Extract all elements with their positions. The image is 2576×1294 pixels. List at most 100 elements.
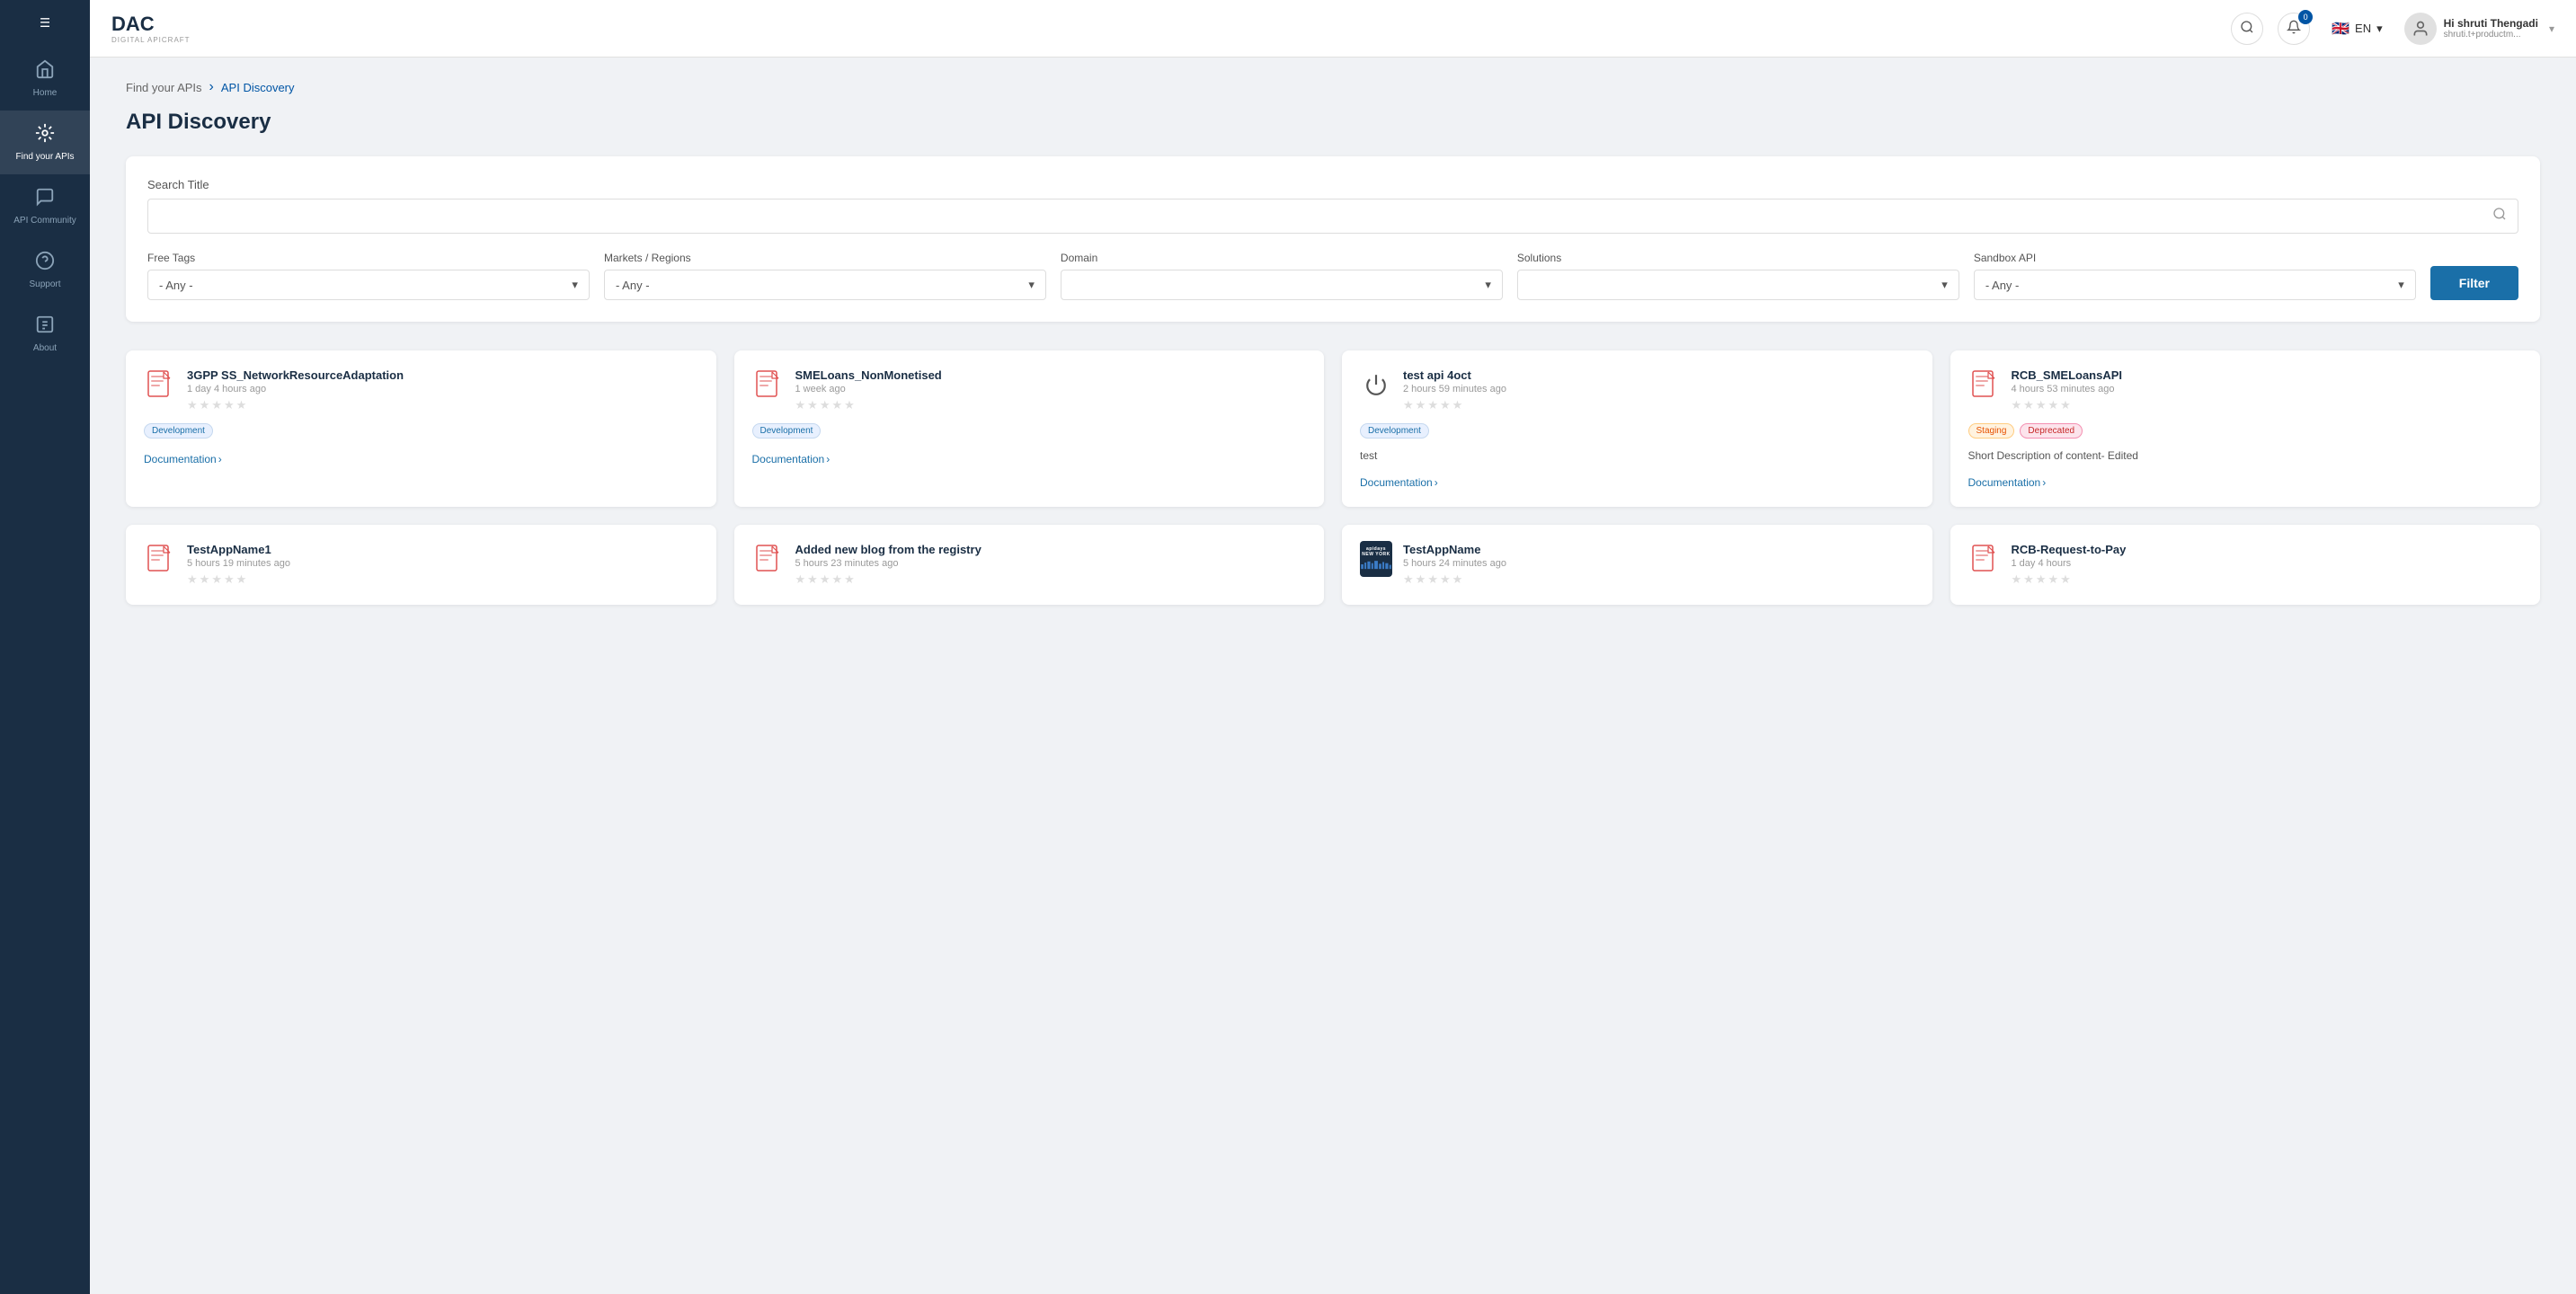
about-icon — [35, 315, 55, 340]
sidebar-item-api-community[interactable]: API Community — [0, 174, 90, 238]
api-time: 1 day 4 hours ago — [187, 384, 698, 394]
filter-free-tags: Free Tags - Any - ▾ — [147, 252, 590, 300]
sidebar-item-home[interactable]: Home — [0, 47, 90, 111]
api-name: SMELoans_NonMonetised — [795, 368, 1307, 382]
api-document-icon — [752, 543, 785, 575]
star-icon: ★ — [211, 572, 222, 587]
api-stars: ★★★★★ — [1403, 398, 1914, 412]
api-badge: Staging — [1968, 423, 2015, 439]
star-icon: ★ — [2012, 398, 2022, 412]
star-icon: ★ — [200, 572, 210, 587]
star-icon: ★ — [2060, 572, 2071, 587]
star-icon: ★ — [1403, 398, 1414, 412]
api-card: RCB-Request-to-Pay 1 day 4 hours ★★★★★ — [1950, 525, 2541, 605]
star-icon: ★ — [236, 398, 247, 412]
language-selector[interactable]: 🇬🇧 EN ▾ — [2324, 16, 2390, 41]
search-button[interactable] — [2231, 13, 2263, 45]
api-document-icon — [144, 368, 176, 401]
filter-sandbox-value: - Any - — [1985, 279, 2020, 292]
api-document-icon — [144, 543, 176, 575]
api-name: RCB-Request-to-Pay — [2012, 543, 2523, 556]
api-time: 1 day 4 hours — [2012, 558, 2523, 569]
api-time: 2 hours 59 minutes ago — [1403, 384, 1914, 394]
filter-sandbox-select[interactable]: - Any - ▾ — [1974, 270, 2416, 300]
sidebar-item-about[interactable]: About — [0, 302, 90, 366]
logo-main: DAC — [111, 13, 191, 36]
star-icon: ★ — [236, 572, 247, 587]
api-card-header: RCB_SMELoansAPI 4 hours 53 minutes ago ★… — [1968, 368, 2523, 412]
api-name: TestAppName — [1403, 543, 1914, 556]
api-card: test api 4oct 2 hours 59 minutes ago ★★★… — [1342, 350, 1932, 507]
api-card-header: RCB-Request-to-Pay 1 day 4 hours ★★★★★ — [1968, 543, 2523, 587]
filter-domain-label: Domain — [1061, 252, 1503, 264]
api-info: SMELoans_NonMonetised 1 week ago ★★★★★ — [795, 368, 1307, 412]
user-chevron-icon: ▾ — [2549, 22, 2554, 35]
api-stars: ★★★★★ — [187, 572, 698, 587]
api-card-header: apidays NEW YORK — [1360, 543, 1914, 587]
filter-sandbox: Sandbox API - Any - ▾ — [1974, 252, 2416, 300]
api-card: TestAppName1 5 hours 19 minutes ago ★★★★… — [126, 525, 716, 605]
user-email: shruti.t+productm... — [2444, 30, 2538, 40]
star-icon: ★ — [820, 398, 831, 412]
chevron-right-icon: › — [218, 453, 222, 465]
api-name: test api 4oct — [1403, 368, 1914, 382]
sidebar-item-support[interactable]: Support — [0, 238, 90, 302]
documentation-link[interactable]: Documentation › — [1968, 476, 2523, 489]
search-submit-button[interactable] — [2492, 207, 2507, 226]
star-icon: ★ — [831, 398, 842, 412]
filter-free-tags-select[interactable]: - Any - ▾ — [147, 270, 590, 300]
star-icon: ★ — [2047, 572, 2058, 587]
breadcrumb-parent[interactable]: Find your APIs — [126, 81, 202, 94]
page-title: API Discovery — [126, 110, 2540, 135]
sidebar: ☰ Home Find your APIs API Community Supp — [0, 0, 90, 1294]
user-menu[interactable]: Hi shruti Thengadi shruti.t+productm... … — [2404, 13, 2554, 45]
api-stars: ★★★★★ — [187, 398, 698, 412]
api-stars: ★★★★★ — [795, 572, 1307, 587]
search-label: Search Title — [147, 178, 2518, 191]
sidebar-item-find-apis[interactable]: Find your APIs — [0, 111, 90, 174]
community-icon — [35, 187, 55, 212]
api-stars: ★★★★★ — [2012, 572, 2523, 587]
api-time: 5 hours 19 minutes ago — [187, 558, 698, 569]
star-icon: ★ — [2036, 572, 2047, 587]
star-icon: ★ — [1452, 398, 1463, 412]
star-icon: ★ — [2012, 572, 2022, 587]
api-card-header: Added new blog from the registry 5 hours… — [752, 543, 1307, 587]
api-info: RCB_SMELoansAPI 4 hours 53 minutes ago ★… — [2012, 368, 2523, 412]
chevron-right-icon: › — [826, 453, 830, 465]
header-actions: 0 🇬🇧 EN ▾ Hi shruti Thengadi shruti.t+pr… — [2231, 13, 2554, 45]
filter-domain-select[interactable]: ▾ — [1061, 270, 1503, 300]
star-icon: ★ — [807, 398, 818, 412]
star-icon: ★ — [820, 572, 831, 587]
chevron-right-icon: › — [1435, 476, 1438, 489]
filter-domain: Domain ▾ — [1061, 252, 1503, 300]
documentation-link[interactable]: Documentation › — [752, 453, 1307, 465]
sidebar-menu-button[interactable]: ☰ — [0, 0, 90, 47]
api-time: 1 week ago — [795, 384, 1307, 394]
api-time: 4 hours 53 minutes ago — [2012, 384, 2523, 394]
documentation-link[interactable]: Documentation › — [144, 453, 698, 465]
filter-markets-select[interactable]: - Any - ▾ — [604, 270, 1046, 300]
filter-sandbox-label: Sandbox API — [1974, 252, 2416, 264]
filter-markets-label: Markets / Regions — [604, 252, 1046, 264]
breadcrumb-separator: › — [209, 79, 214, 95]
filter-button[interactable]: Filter — [2430, 266, 2518, 300]
sidebar-item-about-label: About — [33, 343, 57, 353]
api-badge: Development — [144, 423, 213, 439]
api-card-header: TestAppName1 5 hours 19 minutes ago ★★★★… — [144, 543, 698, 587]
support-icon — [35, 251, 55, 276]
apidays-icon: apidays NEW YORK — [1360, 543, 1392, 575]
documentation-link[interactable]: Documentation › — [1360, 476, 1914, 489]
api-badge: Development — [752, 423, 822, 439]
sidebar-item-support-label: Support — [29, 279, 60, 289]
star-icon: ★ — [224, 572, 235, 587]
star-icon: ★ — [1403, 572, 1414, 587]
api-info: TestAppName 5 hours 24 minutes ago ★★★★★ — [1403, 543, 1914, 587]
search-input[interactable] — [159, 209, 2492, 224]
filter-solutions-select[interactable]: ▾ — [1517, 270, 1959, 300]
api-document-icon — [752, 368, 785, 401]
notifications-button[interactable]: 0 — [2278, 13, 2310, 45]
filter-free-tags-value: - Any - — [159, 279, 193, 292]
filter-row: Free Tags - Any - ▾ Markets / Regions - … — [147, 252, 2518, 300]
user-greeting: Hi shruti Thengadi — [2444, 17, 2538, 30]
